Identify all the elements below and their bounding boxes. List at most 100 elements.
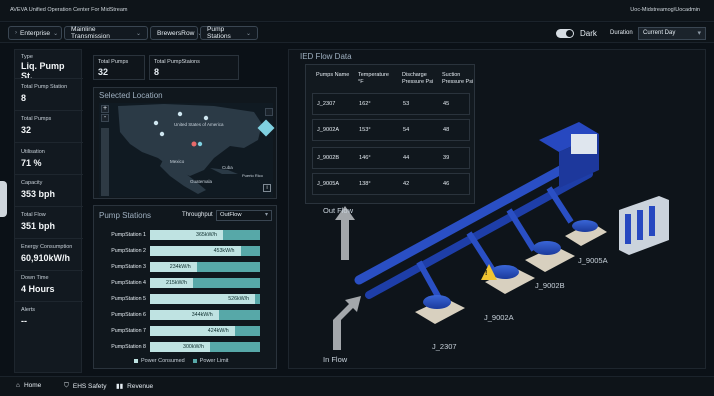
theme-label: Dark	[580, 29, 597, 38]
drawer-handle[interactable]	[0, 181, 7, 217]
chart-bar-row[interactable]: PumpStation 6 344kW/h	[94, 310, 278, 321]
map-label-mexico: Mexico	[170, 159, 185, 164]
kpi-type: Type Liq. Pump St.	[21, 54, 65, 81]
kpi-alerts: Alerts --	[21, 307, 36, 326]
divider	[15, 78, 83, 79]
pump-stations-panel: Pump Stations Throughput OutFlow ▾ PumpS…	[93, 205, 277, 369]
divider	[15, 110, 83, 111]
ied-flow-title: IED Flow Data	[300, 52, 352, 61]
table-row[interactable]: J_9002A 153° 54 48	[312, 119, 470, 141]
legend-consumed: Power Consumed	[134, 358, 185, 364]
bar-value-label: 344kW/h	[191, 312, 213, 318]
bar-value-label: 526kW/h	[228, 296, 250, 302]
chart-legend: Power Consumed Power Limit	[134, 358, 228, 364]
table-row[interactable]: J_9005A 138° 42 46	[312, 173, 470, 195]
column-pump-name: Pumps Name	[316, 72, 350, 78]
bar-category-label: PumpStation 5	[111, 296, 146, 302]
bar-value-label: 234kW/h	[169, 264, 191, 270]
chevron-down-icon: ⌄	[53, 30, 59, 37]
map-label-puerto-rico: Puerto Rico	[242, 173, 264, 178]
breadcrumb-mainline[interactable]: Mainline Transmission ⌄	[64, 26, 148, 40]
duration-select[interactable]: Current Day ▾	[638, 27, 706, 40]
location-map[interactable]: United States of America Mexico Cuba Pue…	[94, 88, 278, 200]
shield-icon: ⛉	[64, 382, 69, 389]
kpi-total-pumps: Total Pumps 32	[21, 116, 52, 135]
throughput-label: Throughput	[182, 212, 213, 218]
column-discharge: Discharge Pressure Psi	[402, 72, 434, 85]
bottom-nav: ⌂ Home ⛉ EHS Safety ▮▮ Revenue	[0, 376, 714, 396]
breadcrumb-pump-stations[interactable]: Pump Stations ⌄	[200, 26, 258, 40]
breadcrumb-enterprise[interactable]: › Enterprise ⌄	[8, 26, 62, 40]
bar-value-label: 300kW/h	[183, 344, 204, 350]
pump-label-j9002b[interactable]: J_9002B	[535, 281, 565, 290]
bar-value-label: 424kW/h	[207, 328, 229, 334]
divider	[15, 270, 83, 271]
app-title: AVEVA Unified Operation Center For MidSt…	[10, 7, 128, 13]
theme-toggle[interactable]	[556, 29, 574, 38]
throughput-select[interactable]: OutFlow ▾	[216, 210, 272, 221]
bar-category-label: PumpStation 7	[111, 328, 146, 334]
bar-category-label: PumpStation 4	[111, 280, 146, 286]
kpi-total-flow: Total Flow 351 bph	[21, 212, 56, 231]
table-row[interactable]: J_2307 162° 53 45	[312, 93, 470, 115]
nav-home[interactable]: ⌂ Home	[16, 382, 41, 389]
ied-flow-table: Pumps Name Temperature °F Discharge Pres…	[305, 64, 475, 204]
divider	[15, 238, 83, 239]
divider	[15, 206, 83, 207]
title-bar: AVEVA Unified Operation Center For MidSt…	[0, 0, 714, 22]
info-icon[interactable]: i	[263, 184, 271, 192]
caret-down-icon: ▾	[697, 30, 701, 37]
zoom-out-button[interactable]: -	[101, 114, 109, 122]
map-label-usa: United States of America	[174, 122, 224, 127]
kpi-panel: Type Liq. Pump St. Total Pump Station 8 …	[14, 49, 83, 373]
column-suction: Suction Pressure Psi	[442, 72, 474, 85]
chart-bar-row[interactable]: PumpStation 8 300kW/h	[94, 342, 278, 353]
divider	[15, 174, 83, 175]
table-row[interactable]: J_9002B 146° 44 39	[312, 147, 470, 169]
chart-bar-row[interactable]: PumpStation 1 365kW/h	[94, 230, 278, 241]
duration-label: Duration	[610, 30, 633, 36]
bar-category-label: PumpStation 8	[111, 344, 146, 350]
home-icon: ⌂	[16, 382, 20, 389]
map-zoom-slider[interactable]	[101, 128, 109, 196]
bar-category-label: PumpStation 1	[111, 232, 146, 238]
divider	[15, 301, 83, 302]
nav-ehs-safety[interactable]: ⛉ EHS Safety	[64, 382, 106, 390]
legend-swatch	[134, 358, 138, 363]
expand-icon[interactable]	[265, 108, 273, 116]
map-label-guatemala: Guatemala	[190, 179, 213, 184]
column-temperature: Temperature °F	[358, 72, 389, 85]
bar-category-label: PumpStation 2	[111, 248, 146, 254]
pump-label-j2307[interactable]: J_2307	[432, 342, 457, 351]
bar-value-label: 215kW/h	[166, 280, 187, 286]
kpi-total-pump-station: Total Pump Station 8	[21, 84, 68, 103]
chart-bar-row[interactable]: PumpStation 2 453kW/h	[94, 246, 278, 257]
total-pumps-card: Total Pumps 32	[93, 55, 145, 80]
chevron-right-icon: ›	[15, 30, 17, 36]
chart-bar-row[interactable]: PumpStation 7 424kW/h	[94, 326, 278, 337]
kpi-energy-consumption: Energy Consumption 60,910kW/h	[21, 244, 73, 263]
divider	[15, 142, 83, 143]
panel-title: Pump Stations	[99, 211, 152, 220]
bar-value-label: 365kW/h	[196, 232, 217, 238]
breadcrumb-brewersrow[interactable]: BrewersRow ⌄	[150, 26, 202, 40]
zoom-in-button[interactable]: +	[101, 105, 109, 113]
chevron-down-icon: ⌄	[245, 30, 251, 37]
breadcrumb: › Enterprise ⌄ Mainline Transmission ⌄ B…	[0, 23, 714, 43]
pump-label-j9002a[interactable]: J_9002A	[484, 313, 514, 322]
pump-label-j9005a[interactable]: J_9005A	[578, 256, 608, 265]
bar-chart-icon: ▮▮	[116, 383, 124, 390]
chart-bar-row[interactable]: PumpStation 5 526kW/h	[94, 294, 278, 305]
in-flow-label: In Flow	[323, 355, 348, 364]
kpi-down-time: Down Time 4 Hours	[21, 275, 55, 294]
warning-icon[interactable]: !	[485, 270, 487, 277]
legend-limit: Power Limit	[192, 358, 228, 364]
caret-down-icon: ▾	[264, 212, 268, 218]
bar-value-label: 453kW/h	[213, 248, 235, 254]
chart-bar-row[interactable]: PumpStation 3 234kW/h	[94, 262, 278, 273]
map-label-cuba: Cuba	[222, 165, 233, 170]
selected-location-panel: Selected Location United States of Ameri…	[93, 87, 277, 199]
chart-bar-row[interactable]: PumpStation 4 215kW/h	[94, 278, 278, 289]
user-name[interactable]: Uoc-Midstreamog\Uocadmin	[630, 7, 700, 13]
nav-revenue[interactable]: ▮▮ Revenue	[116, 382, 153, 391]
